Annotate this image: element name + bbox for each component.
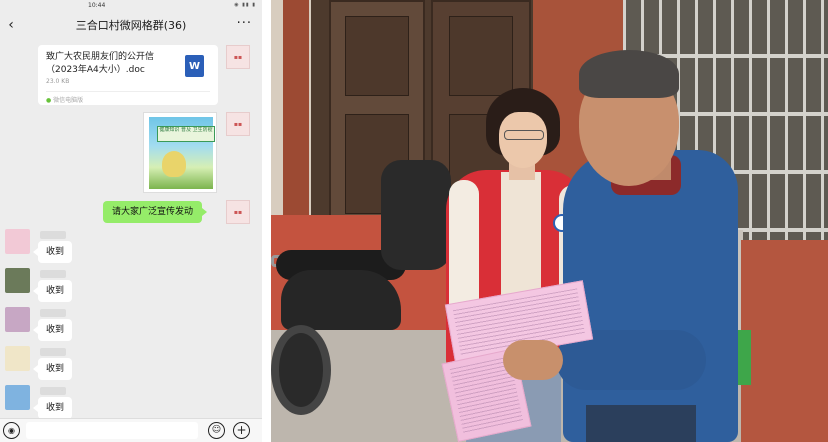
face [499,112,547,168]
sent-text-message[interactable]: 请大家广泛宣传发动 [103,201,208,223]
chat-title: 三合口村微网格群(36) [75,19,187,32]
member-avatar[interactable] [5,229,30,254]
door-panel [449,16,513,96]
chat-header: ‹ 三合口村微网格群(36) ··· [0,12,262,38]
poster-banner: 健康知识 普及 卫生防疫 [157,126,215,142]
hand [503,340,563,380]
brick-wall [741,240,828,442]
avatar-mark: ▪▪ [233,53,243,61]
voice-input-icon[interactable]: ◉ [3,422,20,439]
divider [46,91,210,92]
avatar-mark: ▪▪ [233,208,243,216]
file-message[interactable]: 致广大农民朋友们的公开信（2023年A4大小）.doc 23.0 KB W ● … [38,45,218,105]
reply-message[interactable]: 收到 [32,280,73,302]
word-document-icon: W [185,55,204,77]
scooter-body [281,270,401,330]
sender-name [40,348,66,356]
status-time: 10:44 [88,1,106,9]
member-avatar[interactable] [5,346,30,371]
door-panel [345,16,409,96]
avatar-mark: ▪▪ [233,120,243,128]
reply-message[interactable]: 收到 [32,358,73,380]
sender-name [40,231,66,239]
image-message[interactable]: 健康知识 普及 卫生防疫 [143,112,217,193]
file-name: 致广大农民朋友们的公开信（2023年A4大小）.doc [46,52,155,75]
outreach-photo [271,0,828,442]
reply-message[interactable]: 收到 [32,319,73,341]
self-avatar[interactable]: ▪▪ [226,112,250,136]
sender-name [40,309,66,317]
poster-thumbnail: 健康知识 普及 卫生防疫 [149,117,215,189]
member-avatar[interactable] [5,307,30,332]
chat-input-bar: ◉ ☺ + [0,418,262,442]
trousers [586,405,696,442]
glasses [504,130,544,140]
back-arrow-icon[interactable]: ‹ [0,17,22,33]
wechat-icon: ● [46,97,52,104]
sender-name [40,387,66,395]
reply-message[interactable]: 收到 [32,241,73,263]
file-source-label: 微信电脑版 [53,97,84,104]
file-size: 23.0 KB [46,78,70,85]
member-avatar[interactable] [5,268,30,293]
hair [579,50,679,98]
more-options-icon[interactable]: ··· [237,16,252,31]
sender-name [40,270,66,278]
composite-image: 10:44 ◉ ▮▮ ▮ ‹ 三合口村微网格群(36) ··· ▪▪ ▪▪ ▪▪… [0,0,828,442]
scooter-front [381,160,451,270]
scooter-wheel [271,325,331,415]
wechat-group-chat: 10:44 ◉ ▮▮ ▮ ‹ 三合口村微网格群(36) ··· ▪▪ ▪▪ ▪▪… [0,0,262,442]
reply-message[interactable]: 收到 [32,397,73,419]
emoji-icon[interactable]: ☺ [208,422,225,439]
brick-pillar [283,0,309,230]
message-input[interactable] [26,422,198,439]
poster-illustration [162,151,186,177]
file-source: ● 微信电脑版 [46,95,83,104]
add-attachment-icon[interactable]: + [233,422,250,439]
member-avatar[interactable] [5,385,30,410]
status-bar: 10:44 ◉ ▮▮ ▮ [0,0,262,10]
self-avatar[interactable]: ▪▪ [226,45,250,69]
self-avatar[interactable]: ▪▪ [226,200,250,224]
signal-icon: ◉ ▮▮ ▮ [234,2,256,8]
